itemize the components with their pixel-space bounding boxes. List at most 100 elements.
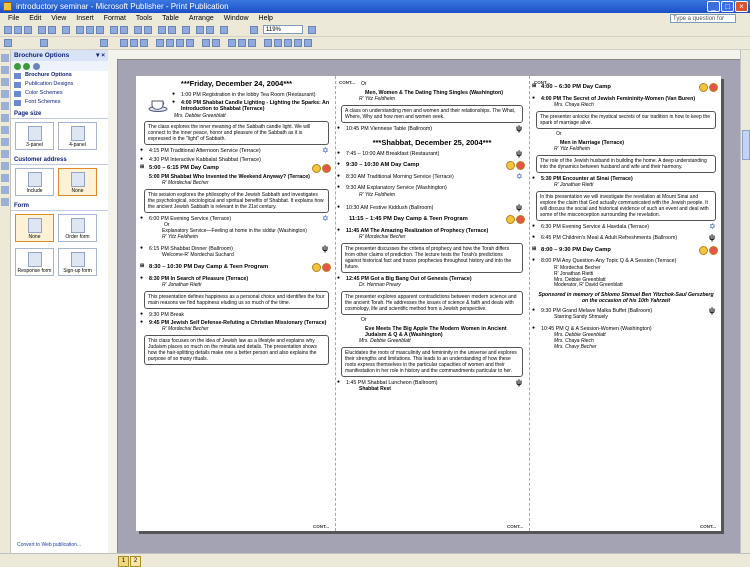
cutlery-icon: ψ [709, 305, 716, 315]
redo-icon[interactable] [120, 26, 128, 34]
fill-color-icon[interactable] [228, 39, 236, 47]
dash-style-icon[interactable] [274, 39, 282, 47]
menu-help[interactable]: Help [259, 15, 273, 22]
form-control-icon[interactable] [1, 186, 9, 194]
table-tool-icon[interactable] [1, 78, 9, 86]
print-icon[interactable] [38, 26, 46, 34]
menu-arrange[interactable]: Arrange [189, 15, 214, 22]
text-box-icon[interactable] [1, 66, 9, 74]
font-color-icon[interactable] [248, 39, 256, 47]
menu-window[interactable]: Window [224, 15, 249, 22]
arrow-tool-icon[interactable] [1, 126, 9, 134]
numbering-icon[interactable] [202, 39, 210, 47]
paste-icon[interactable] [96, 26, 104, 34]
3d-style-icon[interactable] [304, 39, 312, 47]
column-friday[interactable]: ***Friday, December 24, 2004*** ● 1:00 PM… [140, 76, 333, 531]
open-icon[interactable] [14, 26, 22, 34]
help-question-input[interactable]: Type a question for help [670, 14, 736, 31]
page-size-3-panel[interactable]: 3-panel [15, 122, 54, 150]
zoom-select[interactable]: 119% [263, 25, 303, 34]
link-publication-designs[interactable]: Publication Designs [11, 80, 108, 89]
page-size-heading: Page size [11, 110, 108, 119]
bold-icon[interactable] [120, 39, 128, 47]
undo-icon[interactable] [110, 26, 118, 34]
form-order[interactable]: Order form [58, 214, 97, 242]
menu-format[interactable]: Format [104, 15, 126, 22]
picture-frame-icon[interactable] [1, 102, 9, 110]
menu-view[interactable]: View [51, 15, 66, 22]
convert-to-web-link[interactable]: Convert to Web publication... [17, 542, 81, 548]
special-characters-icon[interactable] [206, 26, 214, 34]
line-style-icon[interactable] [264, 39, 272, 47]
event-description: The presenter unlocks the mystical secre… [536, 110, 716, 129]
print-preview-icon[interactable] [48, 26, 56, 34]
spelling-icon[interactable] [62, 26, 70, 34]
columns-icon[interactable] [168, 26, 176, 34]
minimize-button[interactable]: _ [707, 1, 720, 12]
menu-table[interactable]: Table [162, 15, 179, 22]
close-button[interactable]: × [735, 1, 748, 12]
send-backward-icon[interactable] [144, 26, 152, 34]
vertical-scrollbar[interactable] [740, 50, 750, 553]
form-response[interactable]: Response form [15, 248, 54, 276]
select-arrow-icon[interactable] [1, 54, 9, 62]
hyperlink-icon[interactable] [182, 26, 190, 34]
wordart-icon[interactable] [1, 90, 9, 98]
form-sign-up[interactable]: Sign-up form [58, 248, 97, 276]
bullets-icon[interactable] [212, 39, 220, 47]
design-gallery-icon[interactable] [1, 198, 9, 206]
font-select-icon[interactable] [40, 39, 48, 47]
bring-forward-icon[interactable] [134, 26, 142, 34]
vertical-ruler[interactable] [108, 59, 118, 553]
task-pane-close-icon[interactable]: ▾ × [96, 50, 105, 61]
italic-icon[interactable] [130, 39, 138, 47]
back-arrow-icon[interactable] [14, 63, 21, 70]
align-right-icon[interactable] [176, 39, 184, 47]
line-tool-icon[interactable] [1, 114, 9, 122]
column-shabbat-evening[interactable]: CONT... ⊞ 4:00 – 6:30 PM Day Camp ● 4:00 P… [532, 76, 720, 531]
publisher-app-icon[interactable] [3, 2, 12, 11]
menu-file[interactable]: File [8, 15, 19, 22]
forward-arrow-icon[interactable] [23, 63, 30, 70]
justify-icon[interactable] [186, 39, 194, 47]
autoshapes-icon[interactable] [1, 162, 9, 170]
zoom-out-icon[interactable] [220, 26, 228, 34]
welcome-speaker: Welcome-R' Mordechai Suchard [162, 252, 234, 259]
style-select-icon[interactable] [4, 39, 12, 47]
home-icon[interactable] [33, 63, 40, 70]
page-tab-2[interactable]: 2 [130, 556, 141, 567]
rectangle-tool-icon[interactable] [1, 150, 9, 158]
maximize-button[interactable]: □ [721, 1, 734, 12]
horizontal-ruler[interactable] [108, 50, 740, 60]
line-color-icon[interactable] [238, 39, 246, 47]
customer-address-none[interactable]: None [58, 168, 97, 196]
cut-icon[interactable] [76, 26, 84, 34]
save-icon[interactable] [24, 26, 32, 34]
page-size-4-panel[interactable]: 4-panel [58, 122, 97, 150]
customer-address-include[interactable]: Include [15, 168, 54, 196]
font-size-icon[interactable] [100, 39, 108, 47]
scroll-thumb[interactable] [742, 130, 750, 160]
align-center-icon[interactable] [166, 39, 174, 47]
link-color-schemes[interactable]: Color Schemes [11, 89, 108, 98]
oval-tool-icon[interactable] [1, 138, 9, 146]
form-none[interactable]: None [15, 214, 54, 242]
column-shabbat[interactable]: CONT... Or Men, Women & The Dating Thing… [337, 76, 527, 531]
insert-table-icon[interactable] [158, 26, 166, 34]
align-left-icon[interactable] [156, 39, 164, 47]
underline-icon[interactable] [140, 39, 148, 47]
copy-icon[interactable] [86, 26, 94, 34]
hot-spot-icon[interactable] [1, 174, 9, 182]
link-brochure-options[interactable]: Brochure Options [11, 71, 108, 80]
menu-insert[interactable]: Insert [76, 15, 94, 22]
pilcrow-icon[interactable] [196, 26, 204, 34]
new-icon[interactable] [4, 26, 12, 34]
page-tab-1[interactable]: 1 [118, 556, 129, 567]
zoom-in-icon[interactable] [250, 26, 258, 34]
link-font-schemes[interactable]: Font Schemes [11, 98, 108, 107]
menu-tools[interactable]: Tools [136, 15, 152, 22]
arrow-style-icon[interactable] [284, 39, 292, 47]
menu-edit[interactable]: Edit [29, 15, 41, 22]
help-icon[interactable] [308, 26, 316, 34]
shadow-icon[interactable] [294, 39, 302, 47]
